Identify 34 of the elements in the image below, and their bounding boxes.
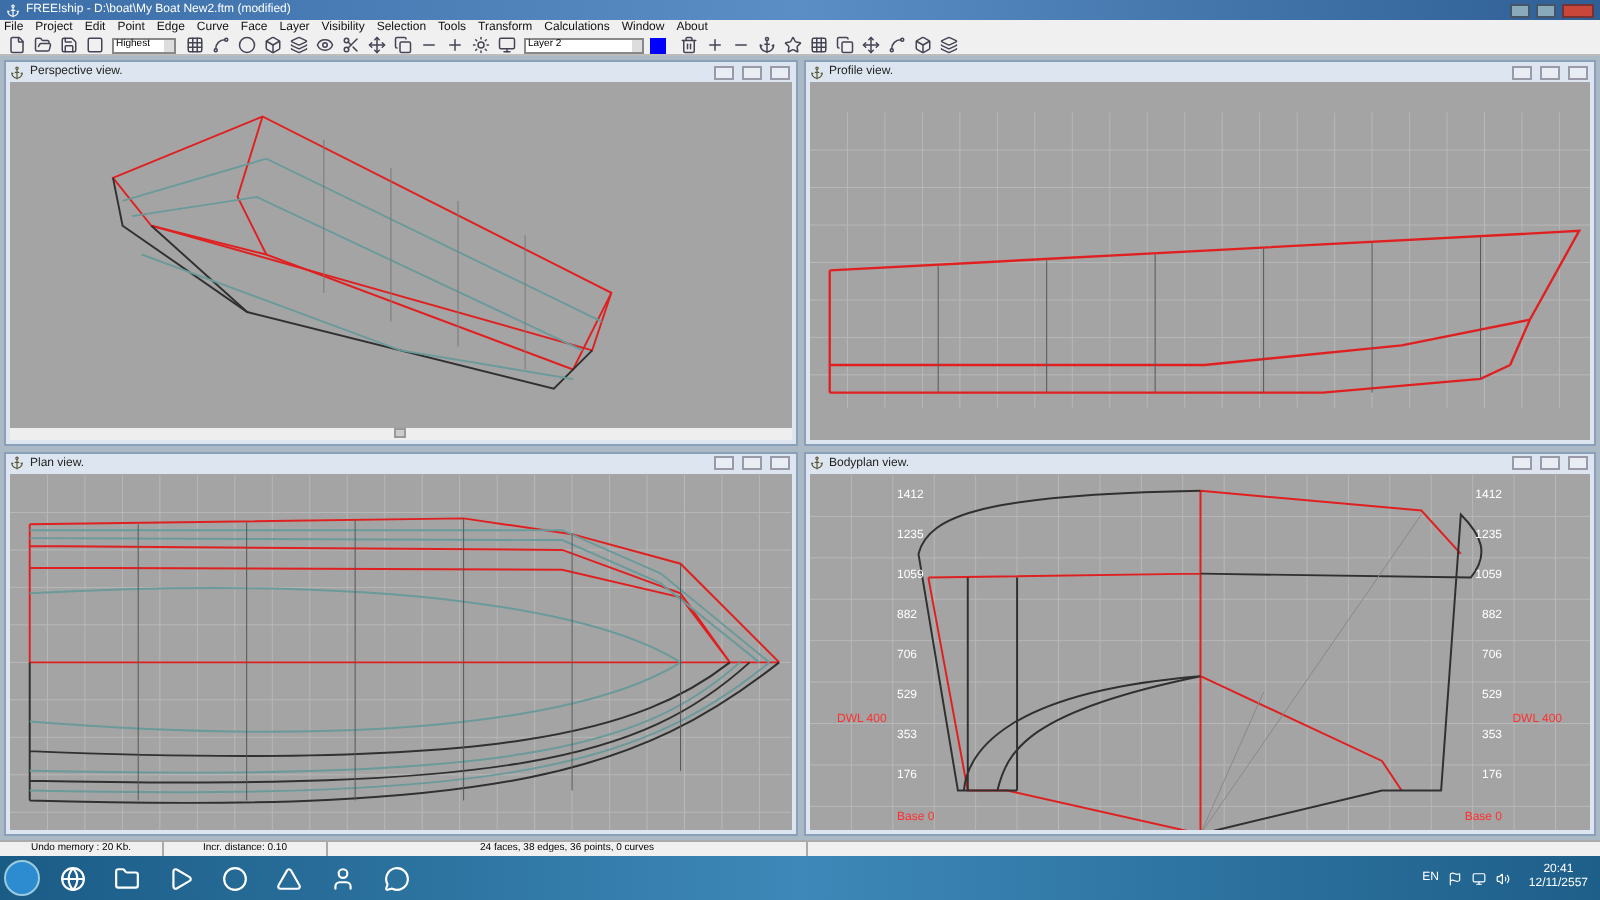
- app-icon: [10, 456, 24, 470]
- layers-icon[interactable]: [936, 33, 960, 57]
- monitor-icon[interactable]: [494, 33, 518, 57]
- open-folder-icon[interactable]: [30, 33, 54, 57]
- network-icon[interactable]: [1472, 871, 1487, 885]
- circle-icon[interactable]: [234, 33, 258, 57]
- grid-icon[interactable]: [806, 33, 830, 57]
- new-file-icon[interactable]: [4, 33, 28, 57]
- app-icon: [10, 65, 24, 79]
- eye-icon[interactable]: [312, 33, 336, 57]
- app-icon: [809, 456, 823, 470]
- box-icon[interactable]: [260, 33, 284, 57]
- box-icon[interactable]: [910, 33, 934, 57]
- copy-icon[interactable]: [390, 33, 414, 57]
- maximize-icon[interactable]: [1536, 3, 1556, 17]
- layers-icon[interactable]: [286, 33, 310, 57]
- start-button[interactable]: [4, 860, 40, 896]
- curve-icon[interactable]: [884, 33, 908, 57]
- anchor-icon[interactable]: [754, 33, 778, 57]
- move-icon[interactable]: [858, 33, 882, 57]
- horizontal-scrollbar[interactable]: [10, 427, 791, 439]
- grid-icon[interactable]: [182, 33, 206, 57]
- save-icon[interactable]: [56, 33, 80, 57]
- minimize-icon[interactable]: [1510, 3, 1530, 17]
- move-icon[interactable]: [364, 33, 388, 57]
- flag-icon[interactable]: [1448, 871, 1463, 885]
- app-icon: [809, 65, 823, 79]
- scissors-icon[interactable]: [338, 33, 362, 57]
- layer-color-swatch[interactable]: [650, 37, 666, 53]
- star-icon[interactable]: [780, 33, 804, 57]
- app-icon: [6, 3, 20, 17]
- copy-icon[interactable]: [832, 33, 856, 57]
- speaker-icon[interactable]: [1496, 871, 1511, 885]
- curve-icon[interactable]: [208, 33, 232, 57]
